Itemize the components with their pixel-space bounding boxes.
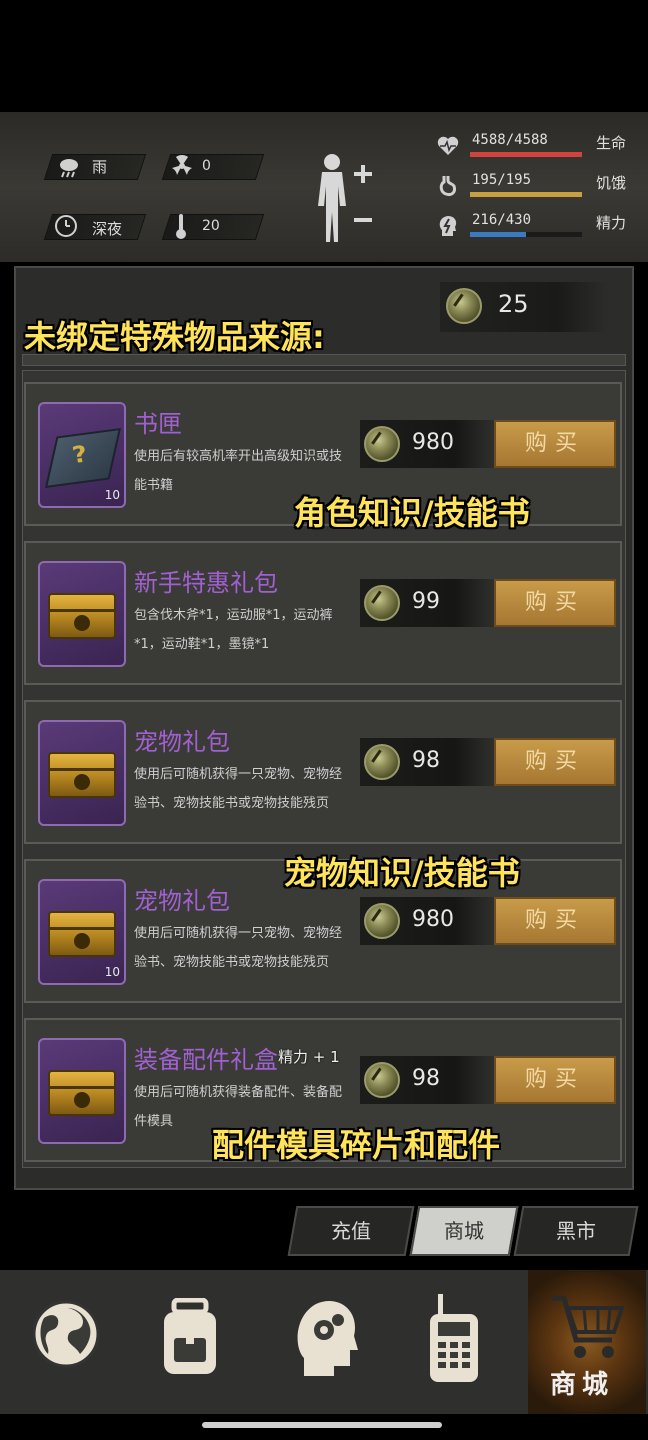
home-indicator[interactable]	[202, 1422, 442, 1428]
hunger-label: 饥饿	[596, 174, 627, 192]
backpack-icon	[164, 1298, 216, 1374]
hunger-row: 195/195 饥饿	[436, 172, 632, 202]
status-panel: 雨 0 深夜 20 4588/4588 生命 195/195 饥饿 216/43…	[0, 112, 648, 262]
bottlecap-coin-icon	[364, 426, 400, 462]
tab-black-market[interactable]: 黑市	[513, 1206, 639, 1256]
bottom-nav: 商城	[0, 1270, 648, 1414]
bottlecap-coin-icon	[364, 585, 400, 621]
chest-icon	[48, 752, 116, 798]
head-gears-icon	[297, 1300, 358, 1376]
item-price: 980	[412, 907, 454, 932]
nav-shop[interactable]: 商城	[528, 1270, 646, 1414]
heart-icon	[437, 136, 459, 155]
weather-text: 雨	[92, 158, 108, 176]
tab-recharge[interactable]: 充值	[287, 1206, 415, 1256]
radiation-icon	[172, 155, 192, 175]
item-title: 宠物礼包	[134, 887, 230, 915]
item-description: 包含伐木斧*1，运动服*1，运动裤*1，运动鞋*1，墨镜*1	[134, 608, 333, 652]
nav-shop-label: 商城	[550, 1370, 615, 1400]
tab-label: 充值	[331, 1219, 371, 1243]
price-box: 99	[360, 579, 496, 627]
book-box-icon	[44, 427, 122, 489]
overlay-header: 未绑定特殊物品来源:	[24, 318, 325, 356]
item-price: 99	[412, 589, 440, 614]
item-title: 装备配件礼盒	[134, 1046, 278, 1074]
tab-shop[interactable]: 商城	[409, 1206, 519, 1256]
currency-amount: 25	[498, 290, 529, 318]
energy-label: 精力	[596, 214, 627, 232]
chest-icon	[48, 911, 116, 957]
item-price: 98	[412, 748, 440, 773]
radiation-value: 0	[202, 158, 211, 174]
energy-value: 216/430	[472, 212, 532, 228]
body-status-icon[interactable]	[310, 152, 376, 244]
nav-skills[interactable]	[264, 1270, 382, 1414]
item-title: 宠物礼包	[134, 728, 230, 756]
buy-button[interactable]: 购买	[494, 897, 616, 945]
nav-map[interactable]	[8, 1270, 126, 1414]
buy-button[interactable]: 购买	[494, 1056, 616, 1104]
hunger-value: 195/195	[472, 172, 532, 188]
price-box: 98	[360, 738, 496, 786]
globe-icon	[32, 1300, 100, 1368]
bottlecap-coin-icon	[446, 288, 482, 324]
currency-display: 25	[440, 282, 608, 332]
tab-label: 黑市	[556, 1219, 596, 1243]
price-box: 980	[360, 897, 496, 945]
head-bolt-icon	[439, 216, 457, 236]
tab-label: 商城	[444, 1219, 484, 1243]
cart-icon	[552, 1295, 625, 1358]
nav-backpack[interactable]	[130, 1270, 248, 1414]
item-price: 980	[412, 430, 454, 455]
health-row: 4588/4588 生命	[436, 132, 632, 162]
temperature-value: 20	[202, 218, 220, 234]
hunger-bar	[470, 192, 582, 197]
health-value: 4588/4588	[472, 132, 548, 148]
item-thumbnail[interactable]: 10	[38, 402, 126, 508]
list-item: 宠物礼包 使用后可随机获得一只宠物、宠物经验书、宠物技能书或宠物技能残页 98 …	[24, 700, 622, 844]
item-title: 新手特惠礼包	[134, 569, 278, 597]
clock-icon	[55, 215, 77, 237]
health-label: 生命	[596, 134, 627, 152]
overlay-book-note: 角色知识/技能书	[294, 494, 530, 532]
bottlecap-coin-icon	[364, 1062, 400, 1098]
energy-row: 216/430 精力	[436, 212, 632, 242]
buy-button[interactable]: 购买	[494, 420, 616, 468]
item-thumbnail[interactable]	[38, 720, 126, 826]
price-box: 98	[360, 1056, 496, 1104]
chest-icon	[48, 593, 116, 639]
item-thumbnail[interactable]: 10	[38, 879, 126, 985]
thermometer-icon	[176, 214, 186, 239]
stomach-icon	[439, 176, 456, 196]
time-text: 深夜	[92, 220, 123, 238]
item-description: 使用后可随机获得一只宠物、宠物经验书、宠物技能书或宠物技能残页	[134, 767, 343, 811]
floating-energy-gain: 精力 + 1	[278, 1048, 340, 1066]
list-item: 新手特惠礼包 包含伐木斧*1，运动服*1，运动裤*1，运动鞋*1，墨镜*1 99…	[24, 541, 622, 685]
rain-cloud-icon	[60, 159, 78, 178]
health-bar	[470, 152, 582, 157]
item-thumbnail[interactable]	[38, 1038, 126, 1144]
overlay-pet-note: 宠物知识/技能书	[284, 854, 520, 892]
item-description: 使用后可随机获得一只宠物、宠物经验书、宠物技能书或宠物技能残页	[134, 926, 343, 970]
bottlecap-coin-icon	[364, 903, 400, 939]
item-price: 98	[412, 1066, 440, 1091]
item-quantity: 10	[104, 965, 120, 979]
nav-radio[interactable]	[396, 1270, 514, 1414]
buy-button[interactable]: 购买	[494, 579, 616, 627]
energy-bar	[470, 232, 582, 237]
item-quantity: 10	[104, 488, 120, 502]
bottlecap-coin-icon	[364, 744, 400, 780]
item-thumbnail[interactable]	[38, 561, 126, 667]
price-box: 980	[360, 420, 496, 468]
buy-button[interactable]: 购买	[494, 738, 616, 786]
chest-icon	[48, 1070, 116, 1116]
radio-icon	[430, 1294, 478, 1382]
item-title: 书匣	[134, 410, 182, 438]
overlay-parts-note: 配件模具碎片和配件	[212, 1126, 501, 1164]
